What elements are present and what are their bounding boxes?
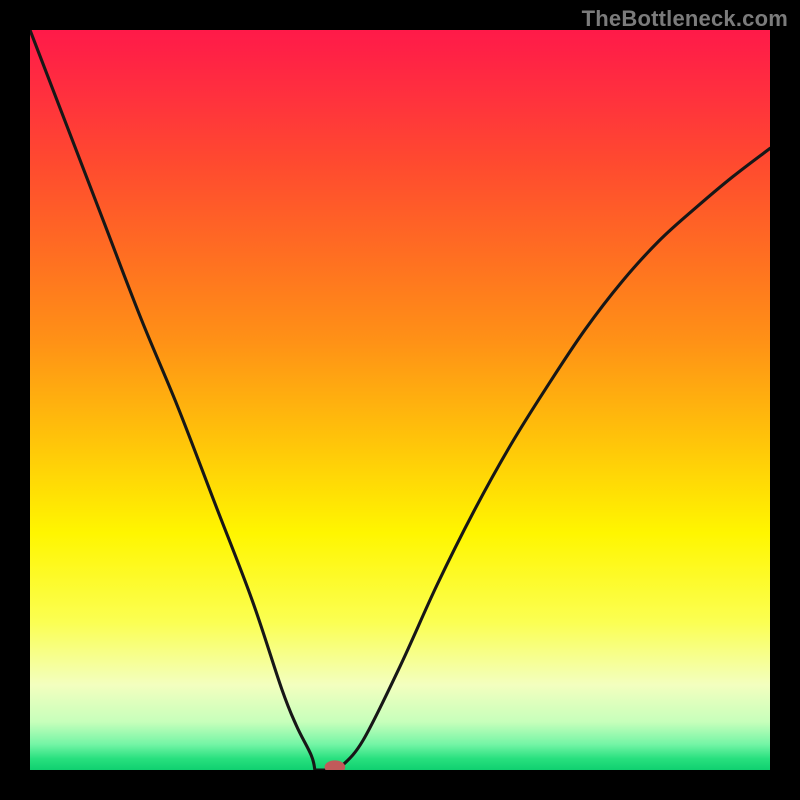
gradient-background	[30, 30, 770, 770]
watermark-label: TheBottleneck.com	[582, 6, 788, 32]
bottleneck-chart	[30, 30, 770, 770]
chart-frame: TheBottleneck.com	[0, 0, 800, 800]
plot-area	[30, 30, 770, 770]
